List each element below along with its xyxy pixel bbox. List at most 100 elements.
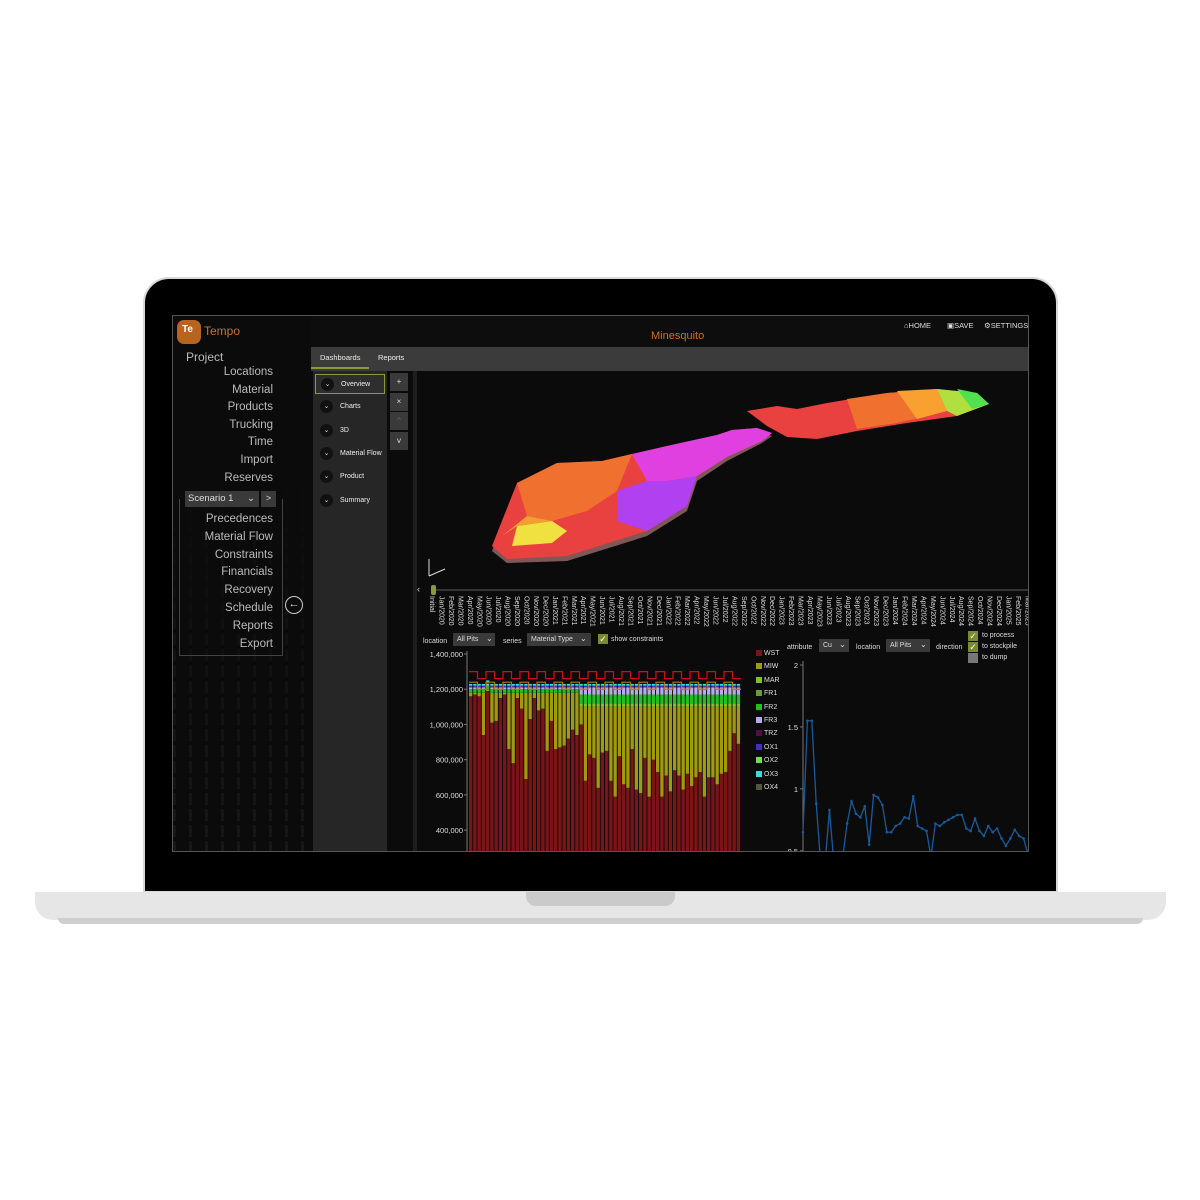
bar-segment-miw[interactable] xyxy=(596,706,600,788)
bar-segment-fr2[interactable] xyxy=(473,689,477,693)
bar-segment-miw[interactable] xyxy=(571,692,575,730)
bar-segment-miw[interactable] xyxy=(673,706,677,771)
bar-segment-wst[interactable] xyxy=(571,729,575,852)
bar-segment-wst[interactable] xyxy=(660,796,664,852)
bar-segment-ox1[interactable] xyxy=(626,685,630,688)
data-point[interactable] xyxy=(1004,844,1008,848)
bar-segment-mar[interactable] xyxy=(715,703,719,707)
dashboard-3d[interactable]: ⌄ 3D xyxy=(315,421,385,441)
bar-segment-miw[interactable] xyxy=(698,706,702,772)
nav-precedences[interactable]: Precedences xyxy=(206,513,273,525)
timeline-label[interactable]: May/2023 xyxy=(815,596,822,627)
scenario-select[interactable]: Scenario 1 ⌄ xyxy=(185,491,259,507)
timeline-label[interactable]: Feb/2025 xyxy=(1014,596,1021,626)
bar-segment-fr3[interactable] xyxy=(660,687,664,695)
data-point[interactable] xyxy=(947,818,950,822)
timeline-label[interactable]: Oct/2021 xyxy=(636,596,643,624)
bar-segment-ox3[interactable] xyxy=(481,683,486,686)
bar-segment-fr2[interactable] xyxy=(583,694,588,704)
data-point[interactable] xyxy=(960,813,964,817)
bar-segment-miw[interactable] xyxy=(579,706,583,725)
bar-segment-fr3[interactable] xyxy=(643,687,647,695)
bar-segment-ox3[interactable] xyxy=(532,683,537,686)
bar-segment-wst[interactable] xyxy=(732,733,736,852)
data-point[interactable] xyxy=(894,824,897,828)
timeline-label[interactable]: Sep/2023 xyxy=(853,596,860,626)
home-button[interactable]: ⌂HOME xyxy=(904,321,931,330)
bar-segment-mar[interactable] xyxy=(622,703,626,707)
bar-segment-wst[interactable] xyxy=(694,777,698,852)
bar-segment-wst[interactable] xyxy=(677,775,681,852)
bar-segment-wst[interactable] xyxy=(588,754,592,852)
timeline-label[interactable]: Jul/2022 xyxy=(721,596,728,622)
bar-segment-ox3[interactable] xyxy=(469,683,473,686)
bar-segment-miw[interactable] xyxy=(503,692,507,695)
timeline-label[interactable]: Feb/2021 xyxy=(560,596,567,626)
bar-segment-miw[interactable] xyxy=(515,692,520,699)
tab-dashboards[interactable]: Dashboards xyxy=(320,353,360,362)
bar-segment-fr2[interactable] xyxy=(690,694,694,704)
bar-segment-mar[interactable] xyxy=(698,703,702,707)
bar-segment-ox1[interactable] xyxy=(617,685,622,688)
bar-segment-ox3[interactable] xyxy=(694,683,698,686)
nav-schedule[interactable]: Schedule xyxy=(225,602,273,614)
bar-segment-fr2[interactable] xyxy=(588,694,592,704)
bar-segment-mar[interactable] xyxy=(588,703,592,707)
bar-segment-ox3[interactable] xyxy=(524,683,528,686)
bar-segment-miw[interactable] xyxy=(647,706,651,797)
bar-segment-wst[interactable] xyxy=(634,789,639,852)
bar-segment-miw[interactable] xyxy=(613,706,617,797)
timeline-label[interactable]: Jan/2025 xyxy=(1004,596,1011,625)
data-point[interactable] xyxy=(995,827,999,830)
timeline-slider[interactable]: ‹ Initial Jan/2020 Feb/2020 Mar/2020 Apr/202… xyxy=(417,584,1028,631)
legend-item[interactable]: FR3 xyxy=(756,717,777,724)
bar-segment-fr2[interactable] xyxy=(711,694,715,704)
timeline-label[interactable]: Nov/2023 xyxy=(872,596,879,626)
nav-export[interactable]: Export xyxy=(240,638,273,650)
nav-financials[interactable]: Financials xyxy=(221,566,273,578)
legend-item[interactable]: FR1 xyxy=(756,690,777,697)
bar-segment-wst[interactable] xyxy=(702,796,707,852)
bar-segment-fr3[interactable] xyxy=(626,687,630,695)
bar-segment-ox1[interactable] xyxy=(592,685,596,688)
bar-segment-mar[interactable] xyxy=(626,703,630,707)
bar-segment-fr2[interactable] xyxy=(719,694,724,704)
data-point[interactable] xyxy=(907,817,911,820)
bar-segment-wst[interactable] xyxy=(524,779,528,852)
bar-segment-miw[interactable] xyxy=(732,706,736,734)
timeline-label[interactable]: Feb/2023 xyxy=(787,596,794,626)
data-point[interactable] xyxy=(942,821,946,824)
bar-segment-mar[interactable] xyxy=(719,703,724,707)
bar-segment-miw[interactable] xyxy=(724,706,728,772)
bar-segment-miw[interactable] xyxy=(677,706,681,776)
bar-segment-fr2[interactable] xyxy=(668,694,673,704)
legend-item[interactable]: OX3 xyxy=(756,770,778,778)
timeline-label[interactable]: Mar/2022 xyxy=(683,596,690,626)
bar-segment-fr2[interactable] xyxy=(651,694,656,704)
bar-segment-fr2[interactable] xyxy=(724,694,728,704)
bar-segment-mar[interactable] xyxy=(617,703,622,707)
nav-reports[interactable]: Reports xyxy=(233,620,273,632)
bar-segment-miw[interactable] xyxy=(507,692,511,750)
bar-segment-ox1[interactable] xyxy=(532,685,537,688)
bar-segment-ox1[interactable] xyxy=(481,685,486,688)
timeline-label[interactable]: Nov/2021 xyxy=(645,596,652,626)
nav-project[interactable]: Project xyxy=(186,350,223,364)
bar-segment-miw[interactable] xyxy=(477,692,481,697)
bar-segment-mar[interactable] xyxy=(630,703,634,707)
data-point[interactable] xyxy=(872,793,875,797)
bar-segment-wst[interactable] xyxy=(728,750,732,852)
bar-segment-wst[interactable] xyxy=(532,698,537,852)
bar-segment-miw[interactable] xyxy=(643,706,647,758)
data-point[interactable] xyxy=(1022,837,1025,840)
data-point[interactable] xyxy=(1017,834,1021,838)
timeline-label[interactable]: Jul/2024 xyxy=(948,596,955,622)
timeline-label[interactable]: Oct/2024 xyxy=(976,596,983,624)
timeline-label[interactable]: Apr/2023 xyxy=(806,596,813,624)
bar-segment-mar[interactable] xyxy=(685,703,690,707)
timeline-label[interactable]: Jan/2023 xyxy=(778,596,785,625)
dashboard-overview[interactable]: ⌄ Overview xyxy=(315,374,385,394)
data-point[interactable] xyxy=(810,719,814,723)
bar-segment-mar[interactable] xyxy=(583,703,588,707)
bar-segment-wst[interactable] xyxy=(566,738,571,852)
